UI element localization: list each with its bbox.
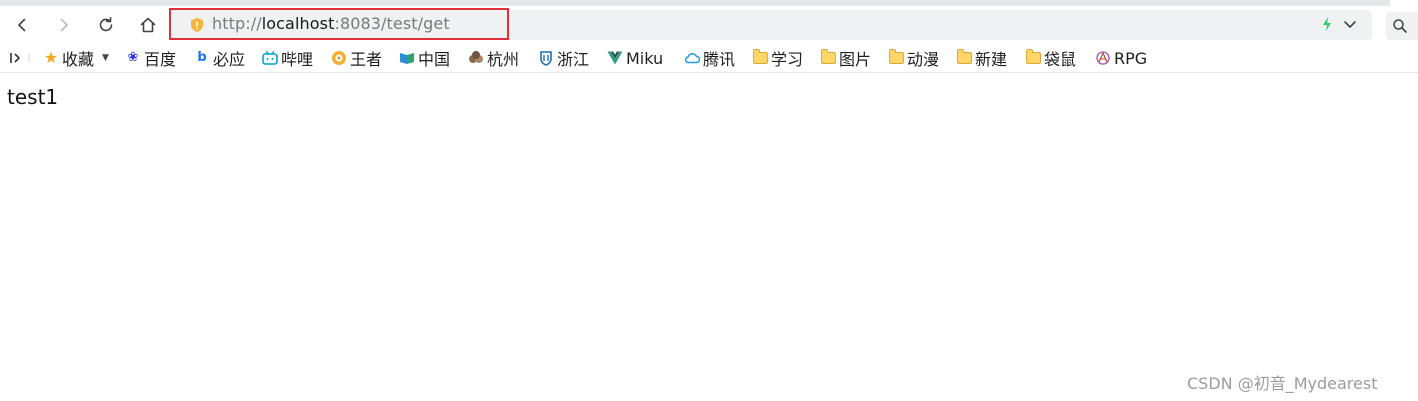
chevron-down-icon[interactable] xyxy=(1342,16,1358,32)
bookmark-miku[interactable]: Miku xyxy=(607,47,671,69)
baidu-icon: ❀ xyxy=(127,50,139,65)
sidebar-toggle-button[interactable] xyxy=(9,47,33,69)
page-body-text: test1 xyxy=(7,85,59,109)
url-path: :8083/test/get xyxy=(334,14,450,33)
bookmark-label: 收藏 xyxy=(62,50,95,69)
caret-down-icon: ▼ xyxy=(102,53,109,63)
bookmark-label: 杭州 xyxy=(487,50,520,69)
forward-button[interactable] xyxy=(51,12,77,38)
rpg-icon xyxy=(1095,50,1111,66)
star-icon: ★ xyxy=(43,48,59,67)
folder-icon xyxy=(1025,49,1041,66)
bookmark-label: RPG xyxy=(1114,48,1148,68)
folder-icon xyxy=(820,49,836,66)
bookmark-wangzhe[interactable]: 王者 xyxy=(331,47,386,69)
bookmark-label: Miku xyxy=(626,48,664,68)
bookmark-label: 新建 xyxy=(975,50,1008,69)
bookmark-label: 学习 xyxy=(771,50,804,69)
reload-icon xyxy=(99,17,113,32)
reload-button[interactable] xyxy=(93,12,119,38)
bookmark-label: 动漫 xyxy=(907,50,940,69)
bookmark-folder-study[interactable]: 学习 xyxy=(752,47,808,69)
bing-icon: b xyxy=(197,50,207,65)
folder-icon xyxy=(888,49,904,66)
home-button[interactable] xyxy=(135,12,161,38)
bookmark-folder-anime[interactable]: 动漫 xyxy=(888,47,948,69)
zhejiang-icon xyxy=(538,50,554,66)
home-icon xyxy=(140,17,156,33)
bookmark-rpg[interactable]: RPG xyxy=(1095,47,1155,69)
folder-icon xyxy=(956,49,972,66)
url-scheme: http:// xyxy=(212,14,262,33)
hangzhou-icon xyxy=(468,50,484,66)
browser-toolbar: http://localhost:8083/test/get xyxy=(0,6,1418,44)
bookmark-label: 浙江 xyxy=(557,50,590,69)
search-icon xyxy=(1393,19,1407,33)
bookmark-label: 哔哩 xyxy=(281,50,314,69)
bookmark-baidu[interactable]: ❀ 百度 xyxy=(125,47,180,69)
bookmark-folder-new[interactable]: 新建 xyxy=(956,47,1014,69)
cloud-icon xyxy=(684,50,700,66)
bookmark-bing[interactable]: b 必应 xyxy=(194,47,252,69)
url-text[interactable]: http://localhost:8083/test/get xyxy=(212,14,450,33)
bookmark-collect[interactable]: ★ 收藏 ▼ xyxy=(43,47,119,70)
bookmark-folder-kangaroo[interactable]: 袋鼠 xyxy=(1025,47,1085,69)
bilibili-icon xyxy=(262,50,278,66)
search-box[interactable] xyxy=(1386,12,1418,40)
bookmark-label: 百度 xyxy=(144,50,177,69)
bookmark-label: 袋鼠 xyxy=(1044,50,1077,69)
flag-icon xyxy=(399,50,415,66)
vue-icon xyxy=(607,50,623,66)
lightning-icon[interactable] xyxy=(1321,16,1333,32)
folder-icon xyxy=(752,49,768,66)
bookmark-label: 图片 xyxy=(839,50,872,69)
bookmark-label: 王者 xyxy=(350,50,383,69)
back-icon xyxy=(18,18,26,32)
back-button[interactable] xyxy=(9,12,35,38)
bookmark-tencent[interactable]: 腾讯 xyxy=(684,47,740,69)
bookmark-folder-pictures[interactable]: 图片 xyxy=(820,47,878,69)
sidebar-toggle-icon xyxy=(10,53,30,63)
csdn-watermark: CSDN @初音_Mydearest xyxy=(1187,374,1378,393)
game-icon xyxy=(331,50,347,66)
bookmark-hangzhou[interactable]: 杭州 xyxy=(468,47,523,69)
shield-warning-icon[interactable] xyxy=(189,17,205,33)
bookmark-label: 中国 xyxy=(418,50,451,69)
bookmark-zhejiang[interactable]: 浙江 xyxy=(538,47,594,69)
bookmarks-bar: ★ 收藏 ▼ ❀ 百度 b 必应 哔哩 王者 中国 杭州 浙江 Miku 腾讯 … xyxy=(0,44,1418,73)
bookmark-label: 必应 xyxy=(213,50,246,69)
bookmark-china[interactable]: 中国 xyxy=(399,47,455,69)
forward-icon xyxy=(60,18,68,32)
bookmark-bilibili[interactable]: 哔哩 xyxy=(262,47,318,69)
bookmark-label: 腾讯 xyxy=(703,50,736,69)
url-host: localhost xyxy=(261,14,335,33)
